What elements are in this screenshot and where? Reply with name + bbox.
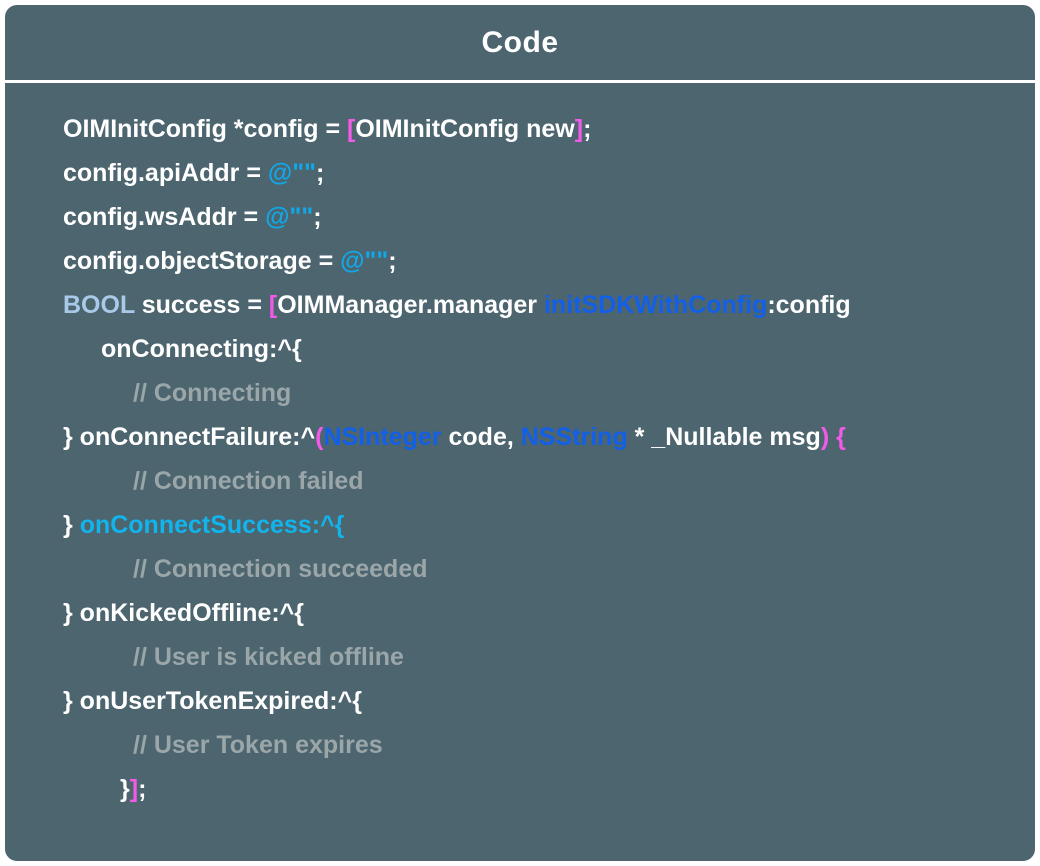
code-panel-header: Code <box>5 5 1035 83</box>
code-line: } onConnectSuccess:^{ <box>5 503 1035 547</box>
code-token-plain: config.wsAddr = <box>63 203 266 231</box>
code-token-plain: } onUserTokenExpired:^{ <box>63 687 362 715</box>
code-token-plain: onConnecting:^{ <box>101 335 302 363</box>
code-token-string: @"" <box>340 247 389 275</box>
code-line: // Connection failed <box>5 459 1035 503</box>
code-token-plain: ; <box>388 247 397 275</box>
code-line: } onConnectFailure:^(NSInteger code, NSS… <box>5 415 1035 459</box>
code-token-plain: } onConnectFailure:^ <box>63 423 316 451</box>
code-token-method: initSDKWithConfig <box>543 291 768 319</box>
code-line: } onKickedOffline:^{ <box>5 591 1035 635</box>
code-line: } onUserTokenExpired:^{ <box>5 679 1035 723</box>
code-token-plain: } <box>63 511 80 539</box>
code-token-plain: success = <box>134 291 269 319</box>
code-token-type: BOOL <box>63 291 135 319</box>
code-token-bracket: [ <box>268 291 278 319</box>
code-token-comment: // User is kicked offline <box>133 643 404 671</box>
code-token-class: NSInteger <box>323 423 442 451</box>
code-token-bracket: ] <box>574 115 584 143</box>
code-token-cyan: onConnectSuccess:^{ <box>79 511 345 539</box>
code-line: // Connection succeeded <box>5 547 1035 591</box>
code-line: onConnecting:^{ <box>5 327 1035 371</box>
code-line: config.objectStorage = @""; <box>5 239 1035 283</box>
code-token-bracket: ] <box>129 775 139 803</box>
code-token-class: NSString <box>520 423 628 451</box>
code-token-plain: ; <box>315 159 325 187</box>
code-token-plain: config.objectStorage = <box>63 247 341 275</box>
code-token-string: @"" <box>265 203 314 231</box>
code-line: // Connecting <box>5 371 1035 415</box>
code-line: config.apiAddr = @""; <box>5 151 1035 195</box>
code-line: BOOL success = [OIMManager.manager initS… <box>5 283 1035 327</box>
code-token-plain: } <box>120 775 130 803</box>
code-token-plain: OIMManager.manager <box>277 291 544 319</box>
code-line: config.wsAddr = @""; <box>5 195 1035 239</box>
code-token-plain: OIMInitConfig *config = <box>63 115 347 143</box>
code-token-comment: // User Token expires <box>133 731 383 759</box>
code-line: // User Token expires <box>5 723 1035 767</box>
code-line: OIMInitConfig *config = [OIMInitConfig n… <box>5 107 1035 151</box>
code-token-comment: // Connecting <box>133 379 292 407</box>
code-token-bracket: ) { <box>820 423 846 451</box>
code-line: // User is kicked offline <box>5 635 1035 679</box>
code-token-plain: :config <box>767 291 851 319</box>
code-token-string: @"" <box>267 159 316 187</box>
code-token-plain: ; <box>313 203 322 231</box>
code-panel: Code OIMInitConfig *config = [ OIMInitCon… <box>3 3 1037 863</box>
code-token-plain: OIMInitConfig new <box>355 115 575 143</box>
code-block: OIMInitConfig *config = [ OIMInitConfig n… <box>5 83 1035 811</box>
code-token-plain: } onKickedOffline:^{ <box>63 599 305 627</box>
code-token-comment: // Connection failed <box>133 467 364 495</box>
code-token-plain: ; <box>138 775 147 803</box>
code-token-plain: code, <box>441 423 521 451</box>
code-token-comment: // Connection succeeded <box>133 555 428 583</box>
code-token-plain: ; <box>583 115 592 143</box>
page-title: Code <box>481 25 559 59</box>
code-token-plain: * _Nullable msg <box>627 423 821 451</box>
code-line: }]; <box>5 767 1035 811</box>
code-token-plain: config.apiAddr = <box>63 159 268 187</box>
